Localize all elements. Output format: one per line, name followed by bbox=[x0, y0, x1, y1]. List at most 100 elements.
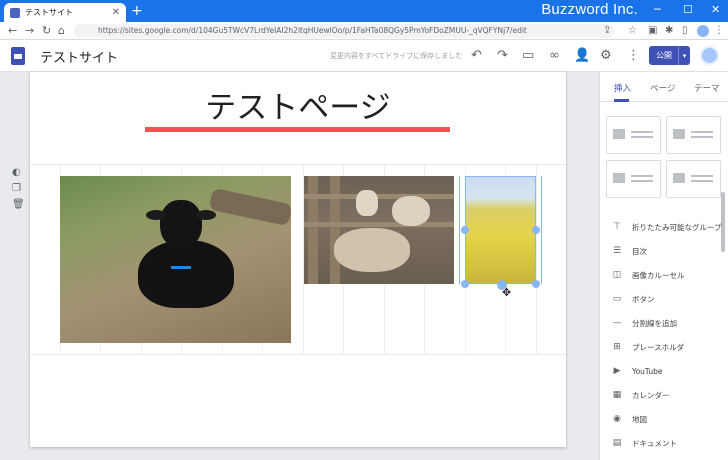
publish-label: 公開 bbox=[656, 51, 672, 60]
sheep-image[interactable] bbox=[304, 176, 454, 284]
insert-button[interactable]: ▭ ボタン bbox=[612, 291, 655, 307]
log-shape bbox=[208, 187, 291, 227]
insert-map[interactable]: ◉ 地図 bbox=[612, 411, 647, 427]
carousel-icon: ◫ bbox=[612, 270, 622, 280]
title-underline bbox=[145, 127, 450, 132]
sidebar-tabs: 挿入 ページ テーマ bbox=[600, 72, 728, 102]
address-bar: ← → ↻ ⌂ 🔒 https://sites.google.com/d/104… bbox=[0, 22, 728, 40]
layout-option[interactable] bbox=[606, 116, 661, 154]
forward-icon[interactable]: → bbox=[25, 24, 34, 37]
lamb-body bbox=[138, 240, 234, 308]
publish-button[interactable]: 公開 ▾ bbox=[649, 46, 690, 65]
fence-rail bbox=[304, 194, 454, 199]
back-icon[interactable]: ← bbox=[8, 24, 17, 37]
placeholder-icon: ⊞ bbox=[613, 342, 621, 352]
collapsible-icon: ⊤ bbox=[613, 222, 621, 232]
redo-icon[interactable]: ↷ bbox=[497, 48, 508, 63]
page-title[interactable]: テストページ bbox=[30, 82, 566, 127]
new-tab-icon[interactable]: + bbox=[131, 3, 143, 19]
extension-icon[interactable]: ▣ bbox=[648, 25, 657, 36]
insert-divider[interactable]: — 分割線を追加 bbox=[612, 315, 678, 331]
section-top-border bbox=[30, 164, 566, 165]
minimize-icon[interactable]: ─ bbox=[654, 3, 661, 16]
bookmark-star-icon[interactable]: ☆ bbox=[628, 25, 637, 36]
insert-placeholder[interactable]: ⊞ プレースホルダ bbox=[612, 339, 684, 355]
reload-icon[interactable]: ↻ bbox=[42, 24, 51, 37]
active-tab-indicator bbox=[614, 99, 629, 102]
alignment-guide bbox=[459, 176, 460, 284]
layout-option[interactable] bbox=[666, 116, 721, 154]
insert-collapsible-group[interactable]: ⊤ 折りたたみ可能なグループ bbox=[612, 219, 721, 235]
delete-icon[interactable]: 🗑 bbox=[12, 198, 25, 211]
account-avatar[interactable] bbox=[700, 46, 719, 65]
insert-image-carousel[interactable]: ◫ 画像カルーセル bbox=[612, 267, 685, 283]
sites-favicon-icon bbox=[10, 7, 20, 18]
sheep-shape bbox=[392, 196, 430, 226]
youtube-icon: ▶ bbox=[613, 366, 621, 376]
lamb-ear-right bbox=[196, 210, 216, 220]
insert-calendar[interactable]: ▦ カレンダー bbox=[612, 387, 670, 403]
puzzle-icon[interactable]: ✱ bbox=[665, 25, 673, 36]
insert-sidebar: 挿入 ページ テーマ ⊤ 折りたたみ可能なグループ ☰ 目次 ◫ 画像カルーセル… bbox=[599, 72, 728, 460]
insert-table-of-contents[interactable]: ☰ 目次 bbox=[612, 243, 647, 259]
tab-title: テストサイト bbox=[25, 8, 73, 17]
share-with-others-icon[interactable]: 👤 bbox=[574, 48, 590, 63]
tab-insert[interactable]: 挿入 bbox=[614, 82, 631, 94]
layout-option[interactable] bbox=[606, 160, 661, 198]
sheep-shape bbox=[356, 190, 378, 216]
maximize-icon[interactable]: ☐ bbox=[683, 3, 693, 16]
url-field[interactable]: https://sites.google.com/d/104Gu5TWcV7Lr… bbox=[74, 24, 614, 38]
sidebar-scrollbar[interactable] bbox=[721, 192, 725, 252]
preview-icon[interactable]: ▭ bbox=[522, 48, 534, 63]
resize-handle[interactable] bbox=[461, 280, 469, 288]
duplicate-icon[interactable]: ❐ bbox=[12, 182, 25, 195]
lamb-ear-left bbox=[146, 210, 166, 220]
resize-handle[interactable] bbox=[532, 280, 540, 288]
move-cursor-icon: ✥ bbox=[502, 286, 512, 299]
lamb-head bbox=[160, 200, 202, 248]
resize-handle[interactable] bbox=[532, 226, 540, 234]
insert-document[interactable]: ▤ ドキュメント bbox=[612, 435, 677, 451]
menu-kebab-icon[interactable]: ⋮ bbox=[714, 25, 724, 36]
image-selection-frame[interactable] bbox=[465, 176, 536, 284]
chevron-down-icon[interactable]: ▾ bbox=[678, 46, 690, 65]
sites-logo-icon[interactable] bbox=[11, 47, 25, 65]
home-icon[interactable]: ⌂ bbox=[58, 24, 65, 37]
resize-handle[interactable] bbox=[461, 226, 469, 234]
window-close-icon[interactable]: ✕ bbox=[711, 3, 720, 16]
button-icon: ▭ bbox=[612, 294, 622, 304]
browser-tab[interactable]: テストサイト ✕ bbox=[4, 3, 126, 22]
share-icon[interactable]: ⇪ bbox=[603, 25, 611, 36]
map-pin-icon: ◉ bbox=[613, 414, 621, 424]
save-status: 変更内容をすべてドライブに保存しました bbox=[330, 52, 463, 60]
toc-icon: ☰ bbox=[612, 246, 622, 256]
sites-header: テストサイト 変更内容をすべてドライブに保存しました ↶ ↷ ▭ ∞ 👤 ⚙ ⋮… bbox=[0, 40, 728, 72]
calendar-icon: ▦ bbox=[612, 390, 622, 400]
settings-gear-icon[interactable]: ⚙ bbox=[600, 48, 612, 63]
alignment-guide bbox=[541, 176, 542, 284]
undo-icon[interactable]: ↶ bbox=[471, 48, 482, 63]
tab-pages[interactable]: ページ bbox=[650, 82, 675, 94]
fence-rail bbox=[304, 222, 454, 227]
more-options-icon[interactable]: ⋮ bbox=[627, 48, 640, 63]
section-tools: ◐ ❐ 🗑 bbox=[12, 166, 25, 211]
sheep-shape bbox=[334, 228, 410, 272]
site-name[interactable]: テストサイト bbox=[40, 47, 118, 66]
fence-post bbox=[330, 176, 340, 284]
close-icon[interactable]: ✕ bbox=[112, 7, 120, 18]
document-icon: ▤ bbox=[612, 438, 622, 448]
lamb-collar bbox=[171, 266, 191, 269]
palette-icon[interactable]: ◐ bbox=[12, 166, 25, 179]
brand-watermark: Buzzword Inc. bbox=[541, 1, 638, 18]
divider-icon: — bbox=[612, 318, 622, 328]
tab-themes[interactable]: テーマ bbox=[694, 82, 720, 94]
profile-avatar[interactable] bbox=[697, 25, 709, 37]
browser-titlebar: テストサイト ✕ + Buzzword Inc. ─ ☐ ✕ bbox=[0, 0, 728, 22]
sidebar-toggle-icon[interactable]: ▯ bbox=[682, 25, 688, 36]
link-icon[interactable]: ∞ bbox=[549, 48, 560, 63]
section-bottom-border bbox=[30, 354, 566, 355]
insert-youtube[interactable]: ▶ YouTube bbox=[612, 363, 663, 379]
lamb-image[interactable] bbox=[60, 176, 291, 343]
layout-option[interactable] bbox=[666, 160, 721, 198]
fence-post bbox=[308, 176, 318, 284]
